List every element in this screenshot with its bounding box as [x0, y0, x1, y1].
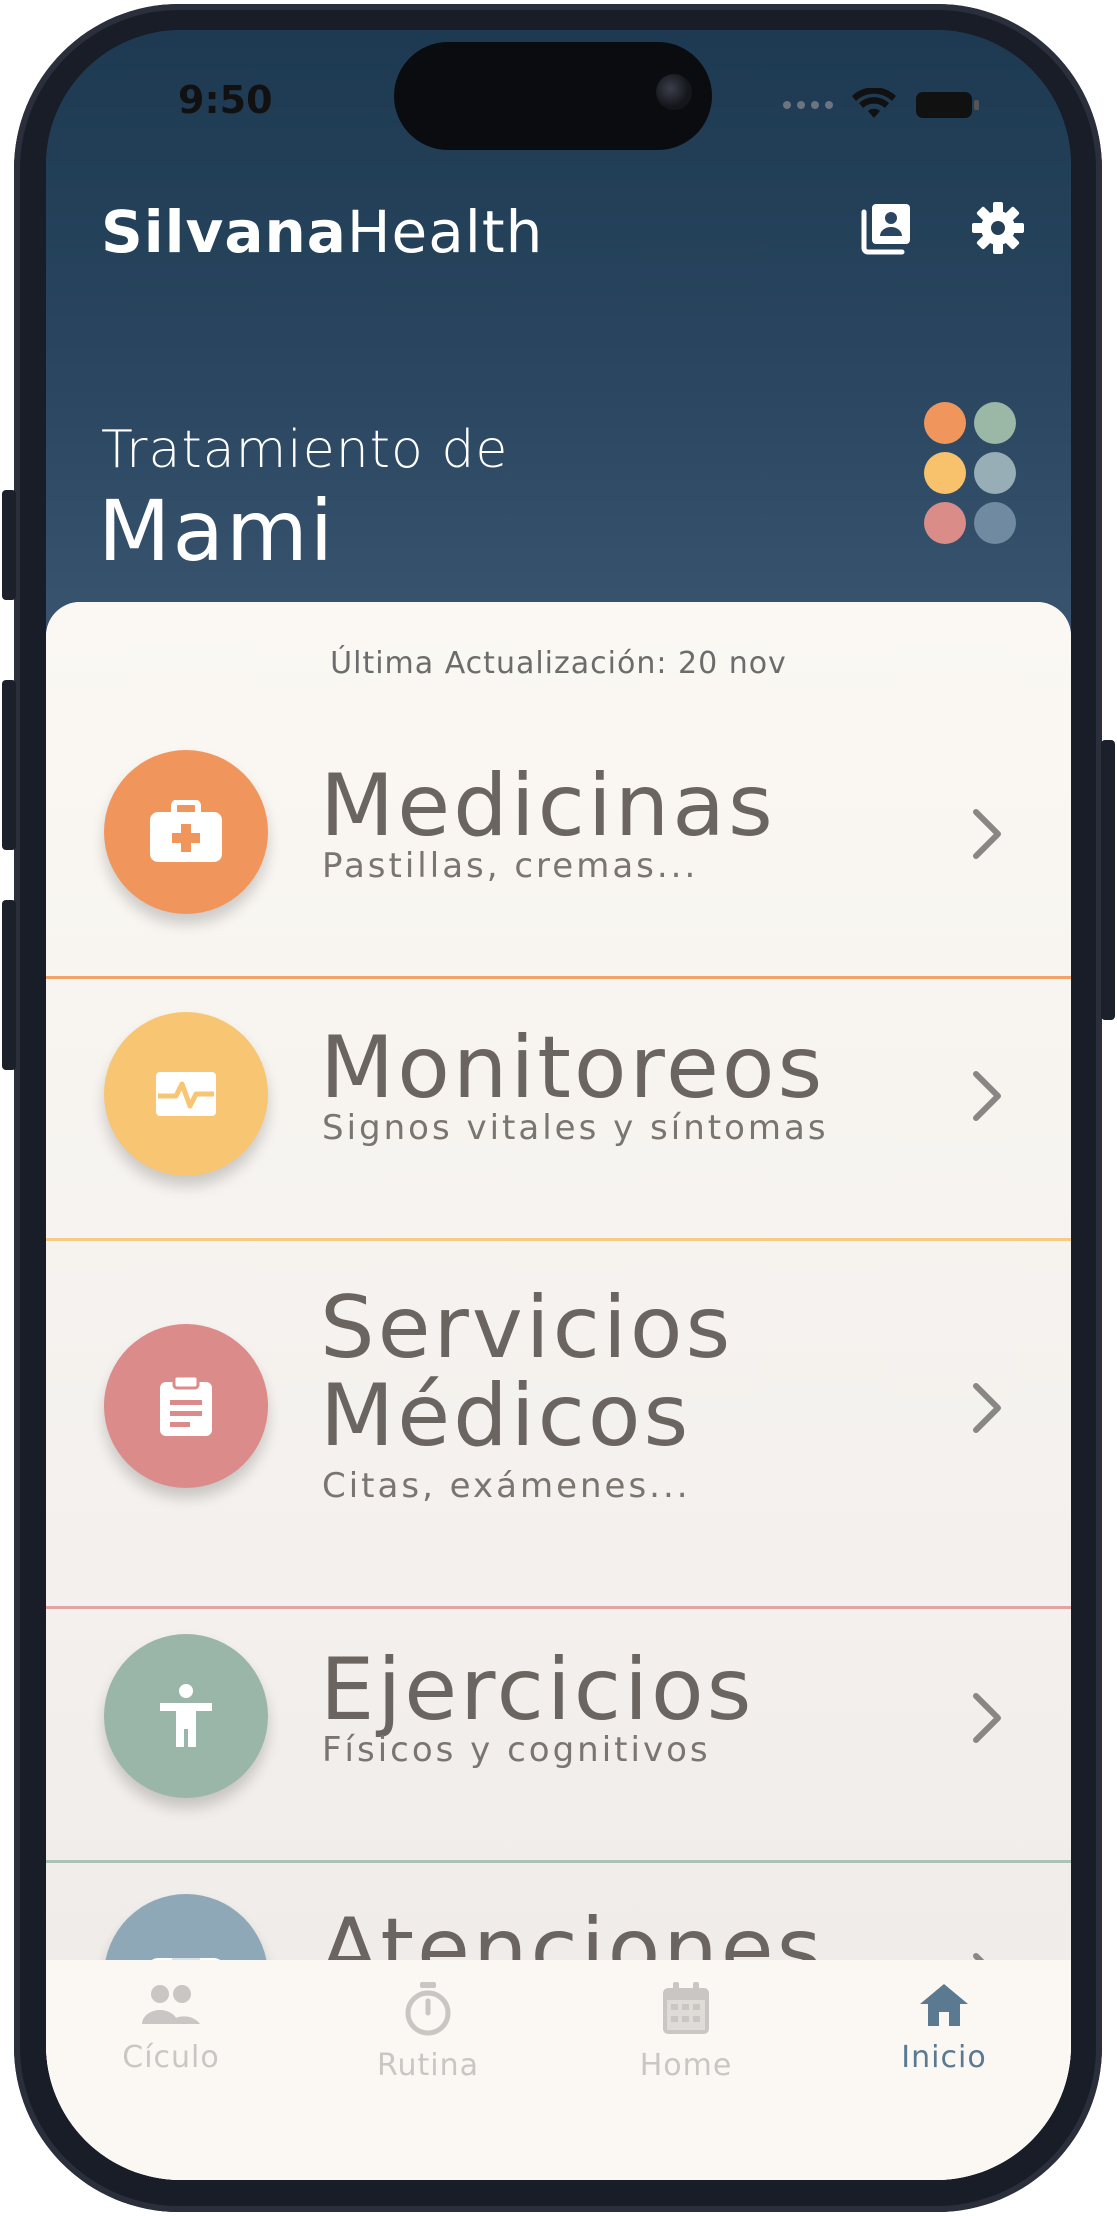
battery-icon [916, 92, 979, 118]
chevron-right-icon [973, 809, 1001, 859]
app-brand: SilvanaHealth [101, 198, 543, 266]
treatment-subtitle: Tratamiento de [101, 420, 509, 480]
menu-item-title-line1: Servicios [320, 1278, 734, 1378]
heartbeat-monitor-icon [104, 1012, 268, 1176]
last-updated: Última Actualización: 20 nov [330, 646, 787, 681]
menu-item-title: Medicinas [320, 756, 776, 856]
chevron-right-icon [973, 1383, 1001, 1433]
status-time: 9:50 [178, 78, 273, 122]
menu-item-desc: Físicos y cognitivos [322, 1730, 711, 1770]
wifi-icon [852, 88, 896, 118]
first-aid-kit-icon [104, 750, 268, 914]
nav-item-inicio[interactable]: Inicio [844, 1982, 1044, 2075]
menu-item-desc: Pastillas, cremas... [322, 846, 699, 886]
chevron-right-icon [973, 1071, 1001, 1121]
nav-label: Home [639, 2048, 733, 2083]
group-icon [142, 1985, 200, 2024]
calendar-icon [663, 1982, 709, 2034]
brand-bold: Silvana [101, 198, 347, 266]
divider [46, 1860, 1071, 1863]
phone-side-button-left-2 [2, 680, 16, 850]
nav-item-home[interactable]: Home [586, 1982, 786, 2083]
status-icons [783, 88, 981, 122]
menu-item-title: Ejercicios [320, 1640, 755, 1740]
nav-label: Rutina [376, 2048, 479, 2083]
nav-label: Inicio [901, 2040, 987, 2075]
nav-item-rutina[interactable]: Rutina [328, 1982, 528, 2083]
menu-item-desc: Citas, exámenes... [322, 1466, 691, 1506]
cellular-signal-icon [783, 101, 833, 109]
home-icon [920, 1984, 968, 2026]
timer-icon [405, 1982, 451, 2036]
phone-side-button-left-1 [2, 490, 16, 600]
patient-book-icon[interactable] [858, 200, 914, 256]
person-exercise-icon [104, 1634, 268, 1798]
menu-item-monitoreos[interactable]: Monitoreos Signos vitales y síntomas [46, 1012, 1071, 1241]
brand-regular: Health [346, 198, 544, 266]
phone-side-button-right [1101, 740, 1115, 1020]
divider [46, 976, 1071, 979]
menu-item-desc: Signos vitales y síntomas [322, 1108, 829, 1148]
menu-item-title-line2: Médicos [320, 1366, 692, 1466]
phone-side-button-left-3 [2, 900, 16, 1070]
menu-item-medicinas[interactable]: Medicinas Pastillas, cremas... [46, 750, 1071, 979]
dynamic-island [394, 42, 712, 150]
gear-icon[interactable] [970, 200, 1026, 256]
nav-item-circulo[interactable]: Cículo [71, 1982, 271, 2075]
menu-item-ejercicios[interactable]: Ejercicios Físicos y cognitivos [46, 1634, 1071, 1863]
patient-name[interactable]: Mami [98, 482, 335, 580]
menu-item-servicios-medicos[interactable]: Servicios Médicos Citas, exámenes... [46, 1272, 1071, 1609]
color-dots-icon [924, 402, 1024, 552]
app-screen: 9:50 SilvanaHealth Tratamiento de Mami Ú… [46, 30, 1071, 2180]
menu-item-title: Monitoreos [320, 1018, 826, 1118]
divider [46, 1606, 1071, 1609]
clipboard-icon [104, 1324, 268, 1488]
chevron-right-icon [973, 1693, 1001, 1743]
menu-card: Última Actualización: 20 nov Medicinas P… [46, 602, 1071, 2180]
bottom-nav: Cículo Rutina Home Inicio [46, 1960, 1071, 2180]
divider [46, 1238, 1071, 1241]
nav-label: Cículo [122, 2040, 220, 2075]
camera-icon [656, 74, 692, 110]
